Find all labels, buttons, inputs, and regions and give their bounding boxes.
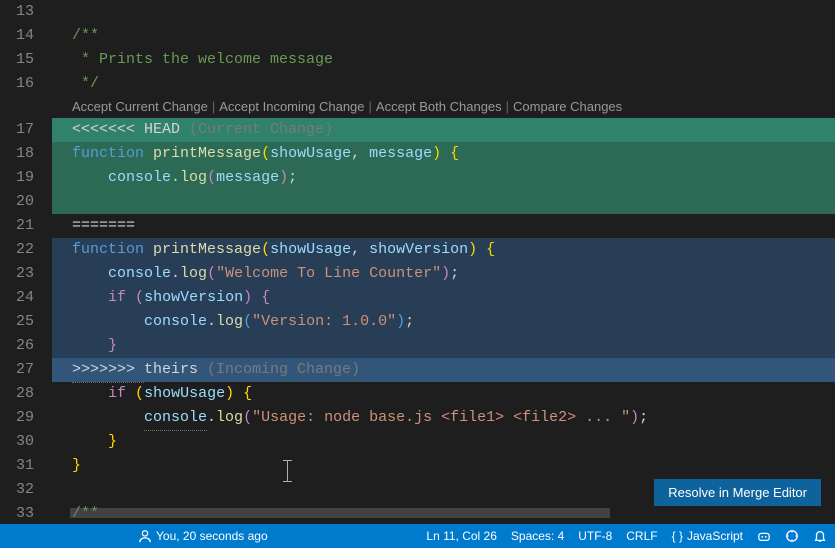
line-number: 14 [0,24,34,48]
conflict-current-header: <<<<<<< HEAD (Current Change) [52,118,835,142]
code-line [52,190,835,214]
line-number: 19 [0,166,34,190]
code-line: function printMessage(showUsage, message… [52,142,835,166]
line-number: 13 [0,0,34,24]
person-icon [138,529,152,543]
compare-changes-link[interactable]: Compare Changes [513,99,622,114]
code-line: if (showVersion) { [52,286,835,310]
code-line: console.log("Version: 1.0.0"); [52,310,835,334]
line-number: 17 [0,118,34,142]
line-number: 27 [0,358,34,382]
code-line: } [52,334,835,358]
line-number: 33 [0,502,34,518]
code-line: console.log("Welcome To Line Counter"); [52,262,835,286]
bell-icon[interactable] [813,529,827,543]
feedback-icon[interactable] [785,529,799,543]
line-gutter: 13 14 15 16 17 18 19 20 21 22 23 24 25 2… [0,0,52,518]
line-number: 31 [0,454,34,478]
status-blame-text: You, 20 seconds ago [156,529,268,543]
line-number: 20 [0,190,34,214]
accept-current-change-link[interactable]: Accept Current Change [72,99,208,114]
code-area[interactable]: /** * Prints the welcome message */ Acce… [52,0,835,518]
line-number: 25 [0,310,34,334]
code-line: console.log("Usage: node base.js <file1>… [52,406,835,430]
line-number: 26 [0,334,34,358]
status-language-text: JavaScript [687,529,743,543]
accept-both-changes-link[interactable]: Accept Both Changes [376,99,502,114]
line-number: 32 [0,478,34,502]
code-line: * Prints the welcome message [52,48,835,72]
status-blame[interactable]: You, 20 seconds ago [138,529,268,543]
horizontal-scrollbar[interactable] [70,508,610,518]
line-number: 15 [0,48,34,72]
braces-icon: { } [672,529,683,543]
status-indentation[interactable]: Spaces: 4 [511,529,564,543]
code-line: } [52,430,835,454]
code-line: */ [52,72,835,96]
conflict-incoming-header: >>>>>>> theirs (Incoming Change) [52,358,835,382]
merge-codelens: Accept Current Change|Accept Incoming Ch… [52,96,835,118]
line-number: 30 [0,430,34,454]
copilot-icon[interactable] [757,529,771,543]
line-number: 21 [0,214,34,238]
status-language[interactable]: { } JavaScript [672,529,743,543]
line-number: 23 [0,262,34,286]
conflict-separator: ======= [52,214,835,238]
accept-incoming-change-link[interactable]: Accept Incoming Change [219,99,364,114]
code-line: function printMessage(showUsage, showVer… [52,238,835,262]
code-line: /** [52,24,835,48]
line-number: 22 [0,238,34,262]
status-cursor-position[interactable]: Ln 11, Col 26 [426,529,497,543]
line-number: 24 [0,286,34,310]
line-number: 18 [0,142,34,166]
line-number: 16 [0,72,34,96]
line-number: 29 [0,406,34,430]
code-line: } [52,454,835,478]
line-number-spacer [0,96,34,118]
code-line: console.log(message); [52,166,835,190]
code-line [52,0,835,24]
editor[interactable]: 13 14 15 16 17 18 19 20 21 22 23 24 25 2… [0,0,835,518]
status-bar: You, 20 seconds ago Ln 11, Col 26 Spaces… [0,524,835,548]
resolve-in-merge-editor-button[interactable]: Resolve in Merge Editor [654,479,821,506]
status-encoding[interactable]: UTF-8 [578,529,612,543]
line-number: 28 [0,382,34,406]
status-eol[interactable]: CRLF [626,529,657,543]
code-line: if (showUsage) { [52,382,835,406]
